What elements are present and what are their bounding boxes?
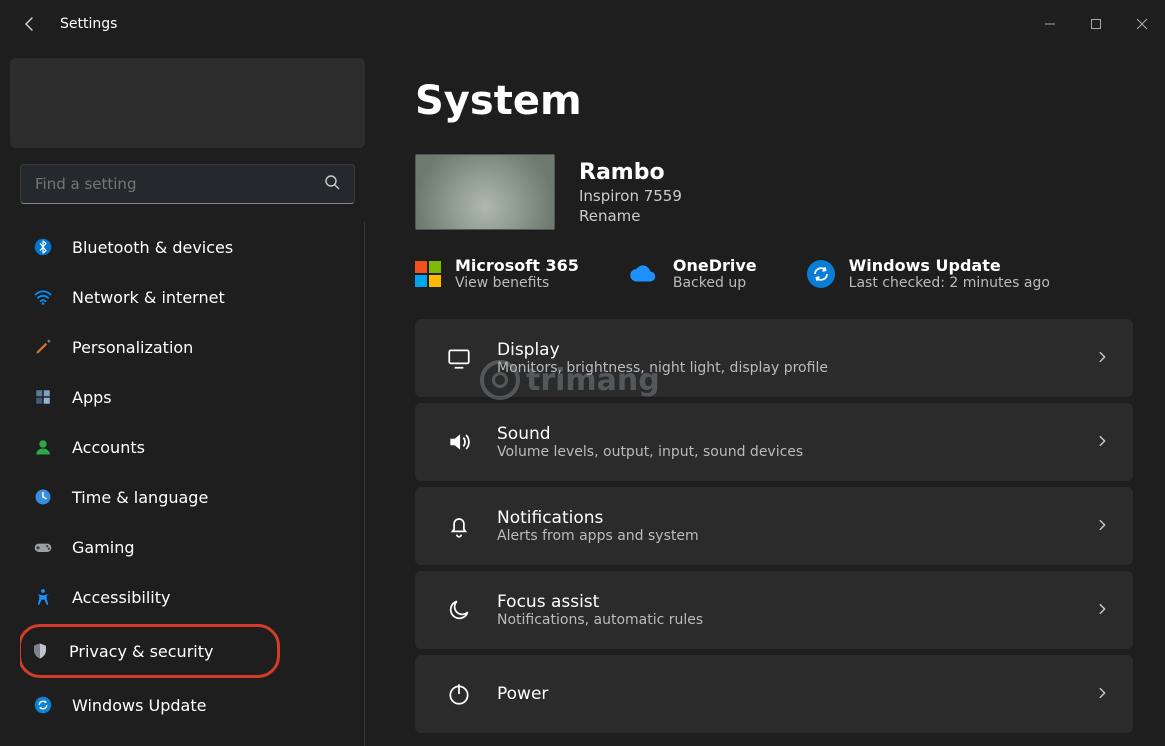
status-chip-title: Microsoft 365 [455, 256, 579, 275]
sidebar-item-time-language[interactable]: Time & language [20, 472, 360, 522]
status-chip-onedrive[interactable]: OneDriveBacked up [629, 256, 757, 291]
sidebar-item-label: Time & language [72, 488, 208, 507]
sync-icon [807, 260, 835, 288]
sidebar-item-personalization[interactable]: Personalization [20, 322, 360, 372]
sidebar-item-label: Personalization [72, 338, 193, 357]
setting-card-display[interactable]: DisplayMonitors, brightness, night light… [415, 319, 1133, 397]
moon-icon [439, 597, 479, 623]
sidebar-item-gaming[interactable]: Gaming [20, 522, 360, 572]
setting-card-notifications[interactable]: NotificationsAlerts from apps and system [415, 487, 1133, 565]
sidebar-item-label: Gaming [72, 538, 135, 557]
setting-sub: Monitors, brightness, night light, displ… [497, 360, 828, 376]
device-model: Inspiron 7559 [579, 187, 682, 205]
accessibility-icon [32, 586, 54, 608]
sidebar-item-label: Privacy & security [69, 642, 213, 661]
display-icon [439, 345, 479, 371]
search-input[interactable] [35, 175, 340, 193]
chevron-right-icon [1095, 601, 1109, 620]
maximize-button[interactable] [1073, 8, 1119, 40]
minimize-button[interactable] [1027, 8, 1073, 40]
sidebar-item-apps[interactable]: Apps [20, 372, 360, 422]
sidebar-item-accessibility[interactable]: Accessibility [20, 572, 360, 622]
power-icon [439, 681, 479, 707]
bell-icon [439, 513, 479, 539]
setting-sub: Volume levels, output, input, sound devi… [497, 444, 803, 460]
sidebar-item-label: Network & internet [72, 288, 225, 307]
chevron-right-icon [1095, 685, 1109, 704]
sidebar: Bluetooth & devices Network & internet Per… [0, 48, 375, 746]
sidebar-item-label: Accessibility [72, 588, 170, 607]
clock-icon [32, 486, 54, 508]
bluetooth-icon [32, 236, 54, 258]
windows-update-icon [32, 694, 54, 716]
main-content: System Rambo Inspiron 7559 Rename Micros… [375, 48, 1165, 746]
setting-card-power[interactable]: Power [415, 655, 1133, 733]
status-chip-windows-update[interactable]: Windows UpdateLast checked: 2 minutes ag… [807, 256, 1050, 291]
person-icon [32, 436, 54, 458]
status-chip-title: OneDrive [673, 256, 757, 275]
status-chip-sub: View benefits [455, 275, 579, 291]
status-row: Microsoft 365View benefits OneDriveBacked… [415, 256, 1133, 291]
sidebar-item-privacy-security[interactable]: Privacy & security [20, 624, 280, 678]
sound-icon [439, 429, 479, 455]
brush-icon [32, 336, 54, 358]
setting-title: Focus assist [497, 592, 703, 612]
setting-sub: Alerts from apps and system [497, 528, 699, 544]
cloud-icon [629, 259, 659, 289]
page-title: System [415, 78, 1133, 124]
close-button[interactable] [1119, 8, 1165, 40]
setting-title: Power [497, 684, 548, 704]
status-chip-title: Windows Update [849, 256, 1050, 275]
device-summary: Rambo Inspiron 7559 Rename [415, 154, 1133, 230]
title-bar: Settings [0, 0, 1165, 48]
sidebar-item-label: Bluetooth & devices [72, 238, 233, 257]
setting-card-sound[interactable]: SoundVolume levels, output, input, sound… [415, 403, 1133, 481]
sidebar-item-windows-update[interactable]: Windows Update [20, 680, 360, 730]
window-controls [1027, 8, 1165, 40]
rename-link[interactable]: Rename [579, 207, 682, 225]
user-card[interactable] [10, 58, 365, 148]
wifi-icon [32, 286, 54, 308]
chevron-right-icon [1095, 433, 1109, 452]
sidebar-item-bluetooth-devices[interactable]: Bluetooth & devices [20, 222, 360, 272]
back-button[interactable] [20, 14, 40, 34]
sidebar-item-label: Apps [72, 388, 112, 407]
status-chip-microsoft-[interactable]: Microsoft 365View benefits [415, 256, 579, 291]
microsoft-365-icon [415, 261, 441, 287]
shield-icon [29, 640, 51, 662]
search-box[interactable] [20, 164, 355, 204]
setting-title: Notifications [497, 508, 699, 528]
sidebar-item-label: Accounts [72, 438, 145, 457]
setting-card-focus-assist[interactable]: Focus assistNotifications, automatic rul… [415, 571, 1133, 649]
device-name: Rambo [579, 160, 682, 185]
app-title: Settings [60, 16, 117, 32]
status-chip-sub: Backed up [673, 275, 757, 291]
sidebar-item-network-internet[interactable]: Network & internet [20, 272, 360, 322]
chevron-right-icon [1095, 349, 1109, 368]
status-chip-sub: Last checked: 2 minutes ago [849, 275, 1050, 291]
search-icon [324, 174, 340, 194]
settings-list: DisplayMonitors, brightness, night light… [415, 319, 1133, 733]
device-thumbnail[interactable] [415, 154, 555, 230]
setting-sub: Notifications, automatic rules [497, 612, 703, 628]
apps-icon [32, 386, 54, 408]
sidebar-item-accounts[interactable]: Accounts [20, 422, 360, 472]
sidebar-item-label: Windows Update [72, 696, 206, 715]
chevron-right-icon [1095, 517, 1109, 536]
setting-title: Sound [497, 424, 803, 444]
setting-title: Display [497, 340, 828, 360]
gamepad-icon [32, 536, 54, 558]
